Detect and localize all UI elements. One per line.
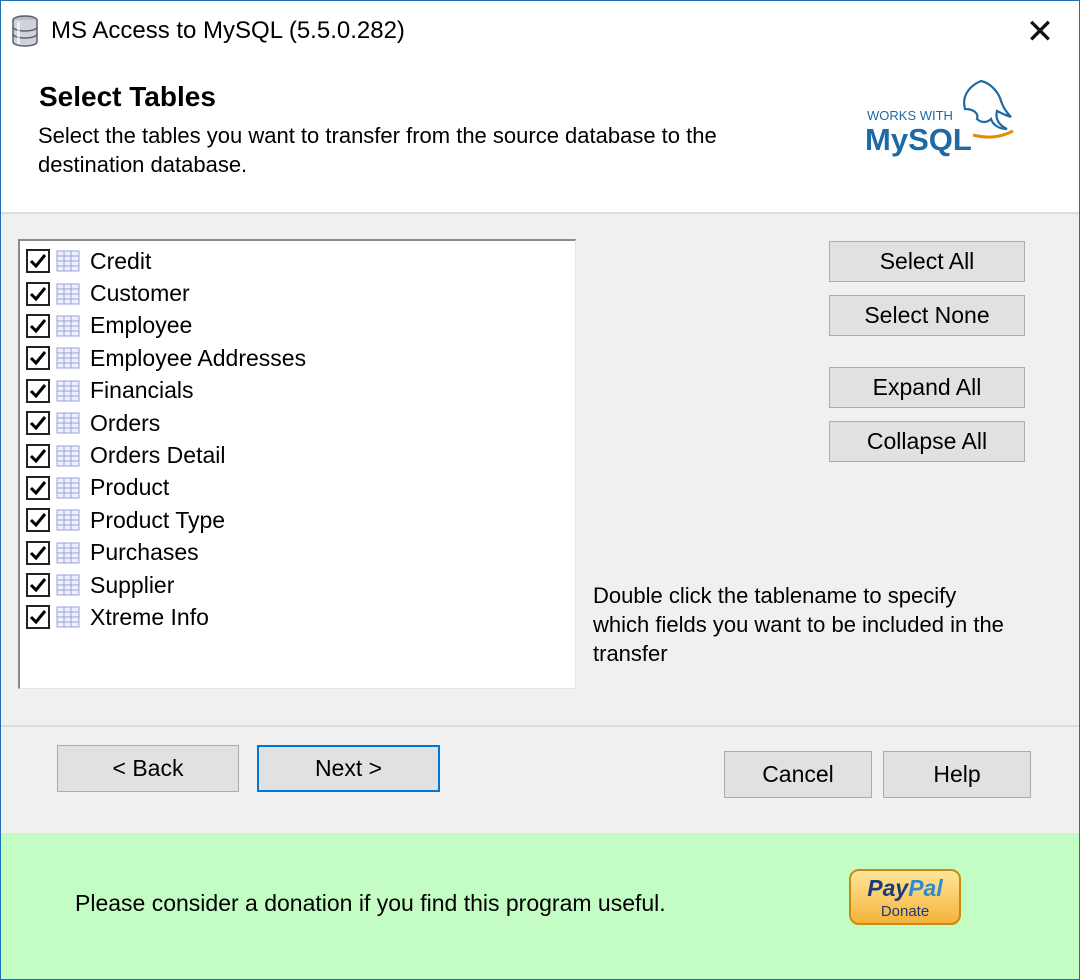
table-name: Employee Addresses <box>90 344 307 371</box>
title-bar[interactable]: MS Access to MySQL (5.5.0.282) ✕ <box>1 1 1079 63</box>
footer-separator <box>1 725 1079 727</box>
close-button[interactable]: ✕ <box>1001 1 1079 63</box>
checkbox[interactable] <box>26 475 50 500</box>
table-grid-icon <box>56 347 80 369</box>
table-name: Supplier <box>90 571 175 598</box>
table-grid-icon <box>56 380 80 402</box>
page-description: Select the tables you want to transfer f… <box>38 123 717 177</box>
checkmark-icon <box>29 383 47 398</box>
table-grid-icon <box>56 412 80 434</box>
table-name: Customer <box>90 280 190 307</box>
help-button[interactable]: Help <box>883 751 1031 798</box>
collapse-all-button[interactable]: Collapse All <box>829 421 1025 462</box>
table-grid-icon <box>56 315 80 337</box>
checkmark-icon <box>29 416 47 431</box>
table-name: Xtreme Info <box>90 603 209 630</box>
table-grid-icon <box>56 606 80 628</box>
checkmark-icon <box>29 448 47 463</box>
checkmark-icon <box>29 254 47 269</box>
table-grid-icon <box>56 477 80 499</box>
checkbox[interactable] <box>26 346 50 371</box>
cancel-button[interactable]: Cancel <box>724 751 872 798</box>
checkbox[interactable] <box>26 540 50 565</box>
checkmark-icon <box>29 610 47 625</box>
table-list[interactable]: Credit Customer Employee Employee Addresses… <box>18 239 576 689</box>
paypal-pal-text: Pal <box>908 875 943 901</box>
checkbox[interactable] <box>26 411 50 436</box>
page-title: Select Tables <box>39 81 216 112</box>
checkbox[interactable] <box>26 378 50 403</box>
table-list-item[interactable]: Supplier <box>20 569 575 601</box>
table-list-item[interactable]: Employee <box>20 310 575 342</box>
donation-message: Please consider a donation if you find t… <box>75 890 666 916</box>
table-grid-icon <box>56 542 80 564</box>
table-list-item[interactable]: Purchases <box>20 537 575 569</box>
table-name: Financials <box>90 377 194 404</box>
checkbox[interactable] <box>26 508 50 533</box>
table-name: Credit <box>90 247 152 274</box>
checkmark-icon <box>29 319 47 334</box>
app-window: MS Access to MySQL (5.5.0.282) ✕ Select … <box>0 0 1080 980</box>
back-button[interactable]: < Back <box>57 745 239 792</box>
wizard-header: Select Tables Select the tables you want… <box>1 63 1079 213</box>
table-list-item[interactable]: Orders <box>20 407 575 439</box>
table-list-item[interactable]: Credit <box>20 245 575 277</box>
checkmark-icon <box>29 480 47 496</box>
checkbox[interactable] <box>26 605 50 630</box>
next-button[interactable]: Next > <box>257 745 440 792</box>
checkmark-icon <box>29 578 47 593</box>
paypal-pay-text: Pay <box>867 875 909 901</box>
table-name: Purchases <box>90 539 199 566</box>
checkmark-icon <box>29 351 47 366</box>
table-list-item[interactable]: Product Type <box>20 504 575 536</box>
table-grid-icon <box>56 509 80 531</box>
checkmark-icon <box>29 286 47 301</box>
checkbox[interactable] <box>26 573 50 598</box>
table-name: Orders Detail <box>90 442 226 469</box>
select-all-button[interactable]: Select All <box>829 241 1025 282</box>
table-list-item[interactable]: Product <box>20 472 575 504</box>
table-name: Employee <box>90 312 193 339</box>
window-title: MS Access to MySQL (5.5.0.282) <box>51 17 405 44</box>
logo-big-text: MySQL <box>865 122 972 157</box>
paypal-logo-text: PayPal <box>851 875 959 902</box>
expand-all-button[interactable]: Expand All <box>829 367 1025 408</box>
table-list-item[interactable]: Employee Addresses <box>20 342 575 374</box>
checkbox[interactable] <box>26 281 50 306</box>
table-grid-icon <box>56 574 80 596</box>
donation-panel: Please consider a donation if you find t… <box>1 833 1079 979</box>
table-name: Orders <box>90 409 161 436</box>
table-list-item[interactable]: Xtreme Info <box>20 601 575 633</box>
hint-text: Double click the tablename to specify wh… <box>593 583 1004 666</box>
checkbox[interactable] <box>26 249 50 274</box>
paypal-donate-button[interactable]: PayPal Donate <box>849 869 961 925</box>
table-list-item[interactable]: Customer <box>20 277 575 309</box>
table-name: Product <box>90 474 170 501</box>
table-grid-icon <box>56 283 80 305</box>
database-icon <box>12 15 38 47</box>
paypal-donate-label: Donate <box>880 903 930 920</box>
select-none-button[interactable]: Select None <box>829 295 1025 336</box>
checkbox[interactable] <box>26 443 50 468</box>
table-list-item[interactable]: Orders Detail <box>20 439 575 471</box>
checkmark-icon <box>29 545 47 560</box>
table-list-item[interactable]: Financials <box>20 375 575 407</box>
checkbox[interactable] <box>26 313 50 338</box>
checkmark-icon <box>29 513 47 528</box>
works-with-mysql-logo: WORKS WITH MySQL <box>865 79 1014 157</box>
table-grid-icon <box>56 250 80 272</box>
table-name: Product Type <box>90 506 226 533</box>
table-grid-icon <box>56 445 80 467</box>
close-icon: ✕ <box>1025 13 1055 51</box>
logo-small-text: WORKS WITH <box>867 108 953 123</box>
header-separator <box>1 212 1079 214</box>
